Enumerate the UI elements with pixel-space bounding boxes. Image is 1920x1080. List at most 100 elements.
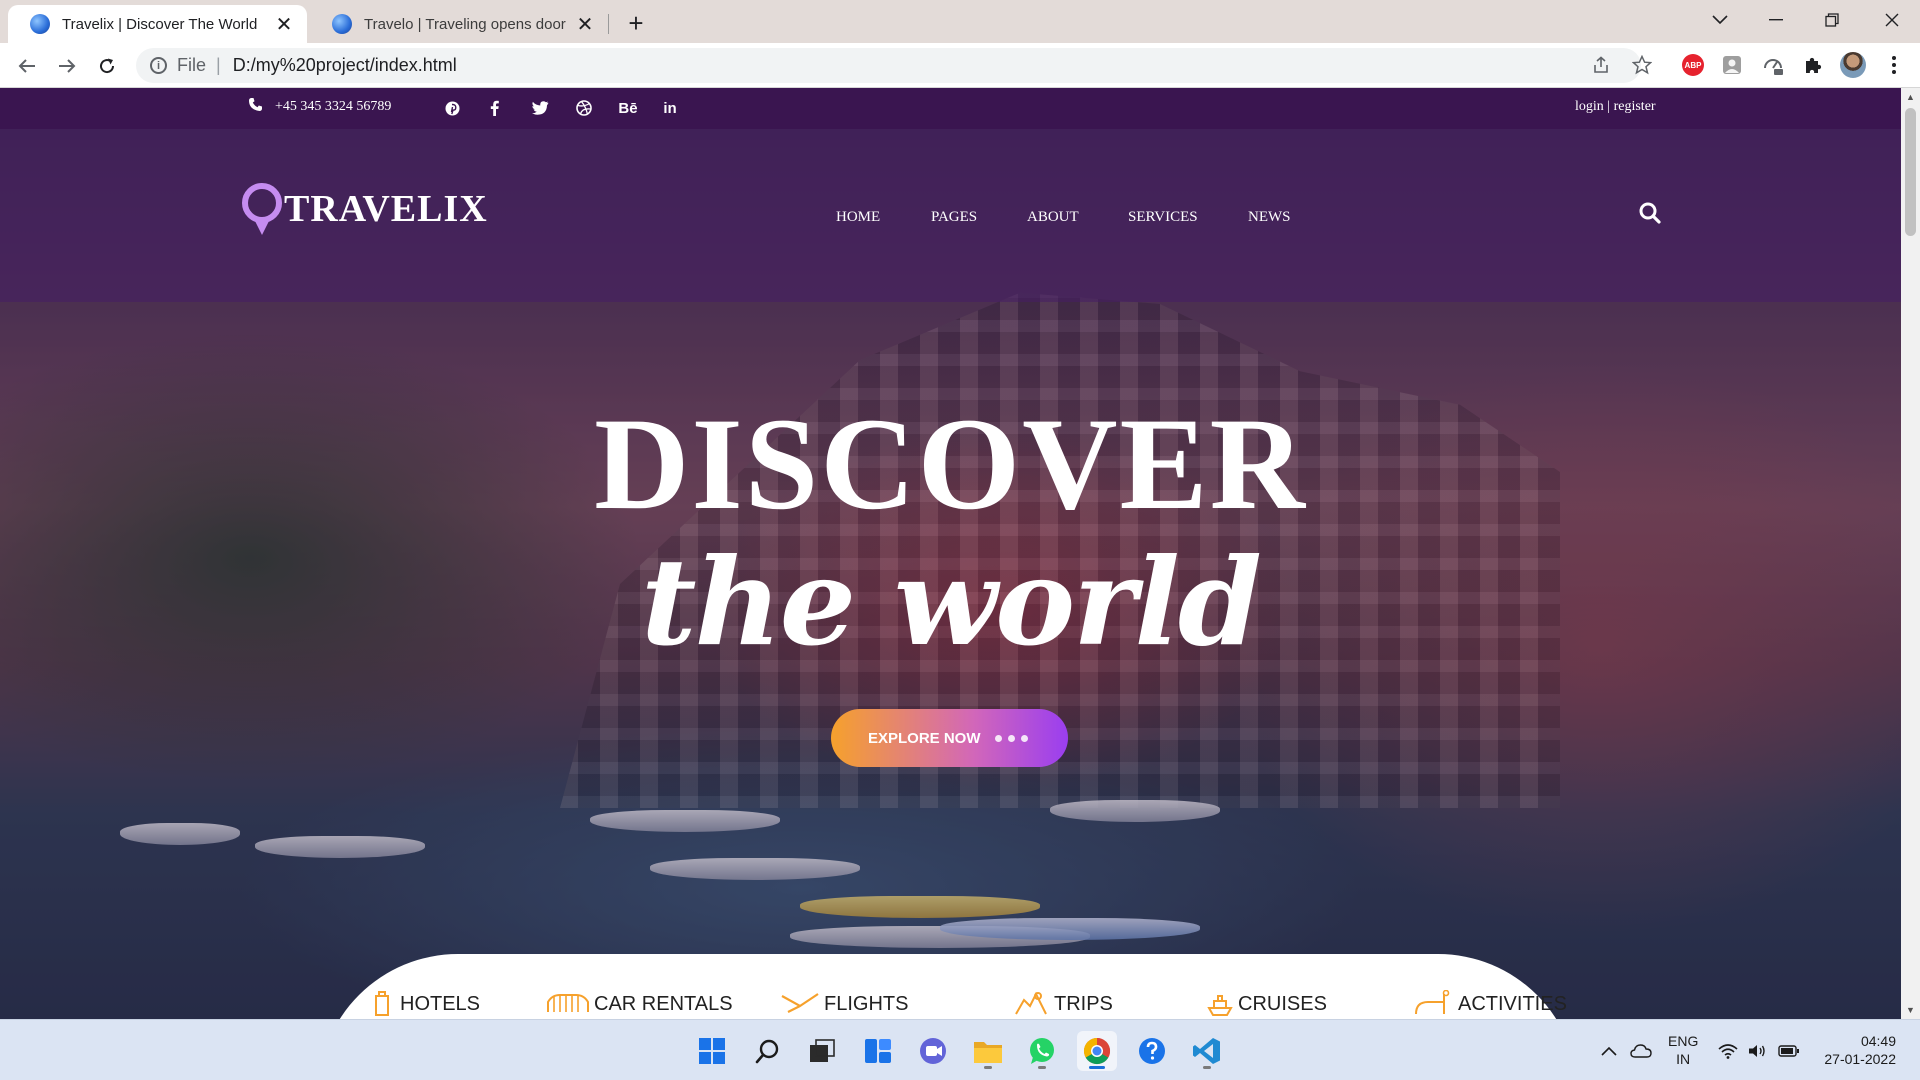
onedrive-cloud-icon[interactable] — [1630, 1020, 1652, 1080]
show-hidden-icons-chevron[interactable] — [1601, 1020, 1617, 1080]
profile-avatar[interactable] — [1839, 51, 1867, 79]
tab-travelo[interactable]: Travelo | Traveling opens door to ✕ — [310, 5, 608, 43]
whatsapp-icon[interactable] — [1022, 1031, 1062, 1071]
url-scheme: File — [177, 55, 207, 75]
brand-name: TRAVELIX — [284, 188, 488, 230]
phone-icon — [248, 97, 263, 117]
globe-favicon-icon — [30, 14, 50, 34]
activities-icon — [1415, 990, 1450, 1015]
service-hotels[interactable]: HOTELS — [370, 990, 480, 1016]
chrome-icon[interactable] — [1077, 1031, 1117, 1071]
hotel-icon — [375, 991, 389, 1016]
nav-services[interactable]: SERVICES — [1128, 209, 1198, 226]
widgets-icon[interactable] — [858, 1031, 898, 1071]
service-trips[interactable]: TRIPS — [1012, 990, 1113, 1016]
system-clock[interactable]: 04:49 27-01-2022 — [1814, 1032, 1896, 1068]
boat-shape — [590, 810, 780, 832]
help-icon[interactable] — [1132, 1031, 1172, 1071]
services-panel: HOTELS CAR RENTALS FLIGHTS TRIPS CRUISES… — [318, 954, 1578, 1019]
search-icon[interactable] — [1638, 201, 1666, 229]
scroll-down-arrow-icon[interactable]: ▼ — [1906, 1005, 1915, 1015]
vscode-icon[interactable] — [1187, 1031, 1227, 1071]
site-info-icon[interactable]: i — [150, 57, 167, 74]
page-viewport: +45 345 3324 56789 Bē in login | registe… — [0, 88, 1901, 1019]
restore-button[interactable] — [1804, 0, 1860, 40]
explore-now-button[interactable]: EXPLORE NOW — [831, 709, 1068, 767]
screen: Travelix | Discover The World ✕ Travelo … — [0, 0, 1920, 1080]
boat-shape — [800, 896, 1040, 918]
nav-pages[interactable]: PAGES — [931, 209, 977, 226]
task-view-icon[interactable] — [802, 1031, 842, 1071]
reload-button[interactable] — [92, 51, 122, 81]
trips-icon — [1015, 991, 1047, 1015]
bookmark-star-icon[interactable] — [1628, 51, 1656, 79]
auth-separator: | — [1603, 99, 1614, 114]
new-tab-button[interactable]: + — [621, 8, 651, 38]
forward-button[interactable] — [52, 51, 82, 81]
dots-icon — [994, 734, 1028, 742]
register-link[interactable]: register — [1614, 99, 1656, 114]
login-link[interactable]: login — [1575, 99, 1604, 114]
minimize-button[interactable] — [1748, 0, 1804, 40]
boat-shape — [790, 926, 1090, 948]
close-tab-icon[interactable]: ✕ — [273, 13, 295, 36]
file-explorer-icon[interactable] — [968, 1031, 1008, 1071]
boat-shape — [1050, 800, 1220, 822]
auth-links: login | register — [1575, 99, 1656, 115]
pinterest-icon[interactable] — [440, 96, 464, 120]
share-icon[interactable] — [1587, 51, 1615, 79]
behance-icon[interactable]: Bē — [616, 96, 640, 120]
scrollbar-thumb[interactable] — [1905, 108, 1916, 236]
page-scrollbar[interactable]: ▲ ▼ — [1901, 88, 1920, 1019]
nav-news[interactable]: NEWS — [1248, 209, 1291, 226]
site-logo[interactable]: TRAVELIX — [240, 181, 488, 237]
nav-home[interactable]: HOME — [836, 209, 880, 226]
chrome-menu-icon[interactable] — [1880, 51, 1908, 79]
linkedin-icon[interactable]: in — [658, 96, 682, 120]
tab-travelix[interactable]: Travelix | Discover The World ✕ — [8, 5, 307, 43]
location-pin-icon — [240, 181, 282, 237]
twitter-icon[interactable] — [528, 96, 552, 120]
volume-icon[interactable] — [1748, 1020, 1766, 1080]
site-topbar: +45 345 3324 56789 Bē in login | registe… — [0, 88, 1901, 129]
globe-favicon-icon — [332, 14, 352, 34]
tab-title: Travelo | Traveling opens door to — [364, 15, 566, 33]
close-tab-icon[interactable]: ✕ — [574, 13, 596, 36]
plane-icon — [781, 993, 819, 1013]
url-divider: | — [216, 55, 221, 75]
service-car-rentals[interactable]: CAR RENTALS — [546, 990, 733, 1016]
explore-now-label: EXPLORE NOW — [868, 729, 981, 747]
search-icon[interactable] — [748, 1031, 788, 1071]
boat-shape — [255, 836, 425, 858]
tab-separator — [608, 14, 609, 34]
phone-contact[interactable]: +45 345 3324 56789 — [248, 97, 391, 117]
address-bar[interactable]: i File | D:/my%20project/index.html — [136, 48, 1641, 83]
extensions-puzzle-icon[interactable] — [1799, 51, 1827, 79]
scroll-up-arrow-icon[interactable]: ▲ — [1906, 92, 1915, 102]
service-flights[interactable]: FLIGHTS — [780, 990, 908, 1016]
facebook-icon[interactable] — [482, 96, 506, 120]
url-text: D:/my%20project/index.html — [232, 55, 457, 75]
boat-shape — [940, 918, 1200, 940]
tab-search-chevron-icon[interactable] — [1692, 0, 1748, 40]
service-cruises[interactable]: CRUISES — [1206, 990, 1327, 1016]
boat-shape — [650, 858, 860, 880]
windows-start-icon[interactable] — [692, 1031, 732, 1071]
hero-headline: DISCOVER — [594, 390, 1307, 537]
extension-photo-icon[interactable] — [1718, 51, 1746, 79]
speed-dial-extension-icon[interactable] — [1759, 51, 1787, 79]
teams-chat-icon[interactable] — [913, 1031, 953, 1071]
back-button[interactable] — [12, 51, 42, 81]
close-window-button[interactable] — [1864, 0, 1920, 40]
site-header: TRAVELIX HOME PAGES ABOUT SERVICES NEWS — [0, 129, 1901, 302]
dribbble-icon[interactable] — [572, 96, 596, 120]
wifi-icon[interactable] — [1718, 1020, 1738, 1080]
clock-date: 27-01-2022 — [1824, 1051, 1896, 1067]
hero-subheadline: the world — [641, 532, 1262, 673]
adblock-plus-icon[interactable]: ABP — [1679, 51, 1707, 79]
nav-about[interactable]: ABOUT — [1027, 209, 1079, 226]
service-activities[interactable]: ACTIVITIES — [1414, 990, 1567, 1016]
language-indicator[interactable]: ENG IN — [1668, 1032, 1698, 1068]
battery-icon[interactable] — [1778, 1020, 1800, 1080]
car-icon — [547, 994, 589, 1012]
